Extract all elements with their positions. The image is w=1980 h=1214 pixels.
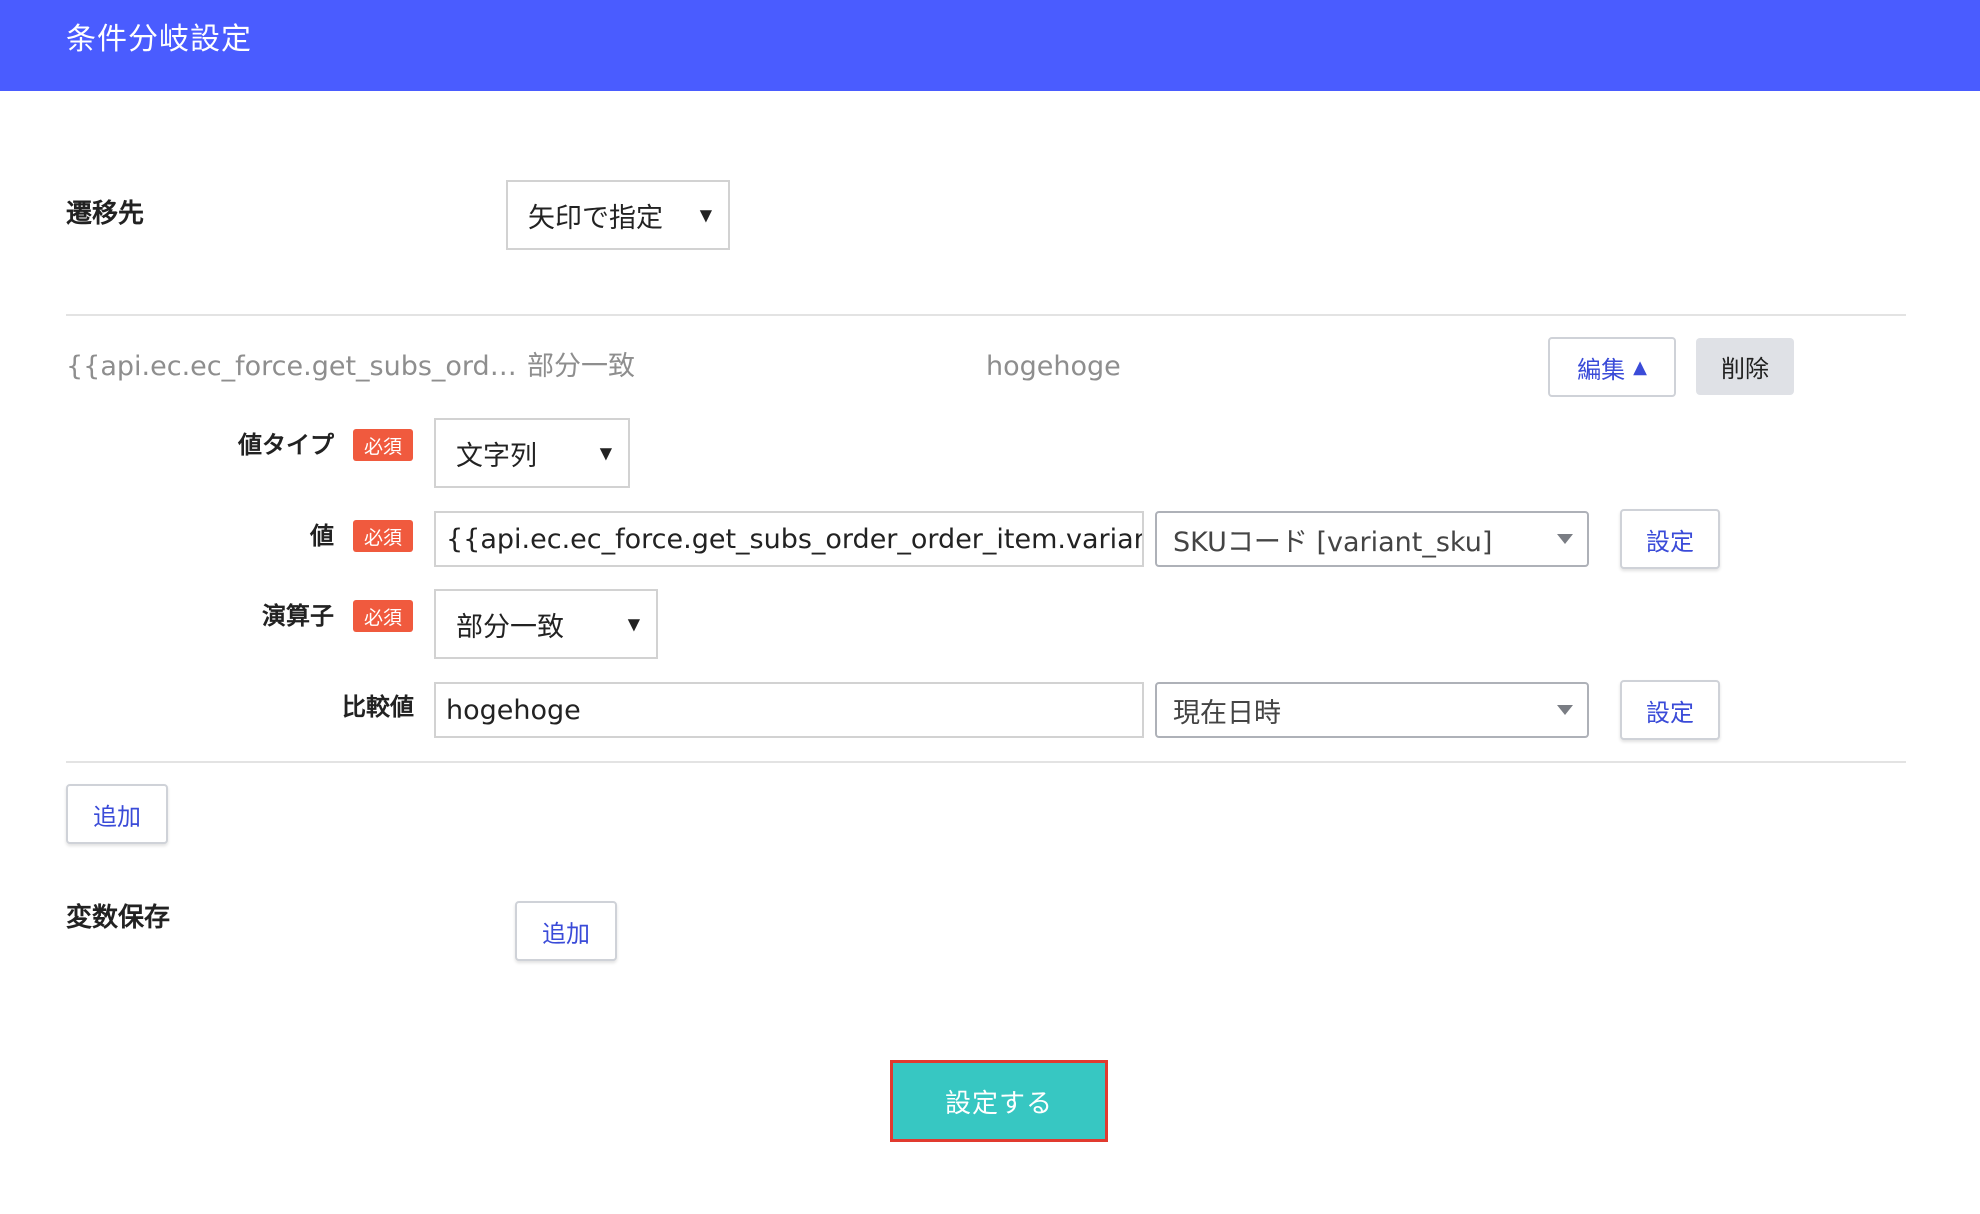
caret-down-icon: ▼ <box>599 443 612 463</box>
condition-summary-compare: hogehoge <box>986 351 1121 382</box>
required-badge: 必須 <box>353 429 413 461</box>
submit-button-label: 設定する <box>944 1088 1053 1119</box>
transition-label: 遷移先 <box>66 199 145 229</box>
required-badge: 必須 <box>353 520 413 552</box>
caret-down-icon: ▼ <box>627 614 640 634</box>
value-variable-select[interactable]: SKUコード [variant_sku] <box>1155 511 1589 567</box>
condition-divider-top <box>66 314 1906 316</box>
header-bar: 条件分岐設定 <box>0 0 1980 91</box>
value-variable-select-value: SKUコード [variant_sku] <box>1173 526 1493 558</box>
condition-divider-bottom <box>66 761 1906 763</box>
value-type-label: 値タイプ <box>238 431 334 459</box>
value-label: 値 <box>310 522 334 550</box>
transition-select[interactable]: 矢印で指定 ▼ <box>506 180 730 250</box>
compare-input[interactable]: hogehoge <box>434 682 1144 738</box>
operator-select-value: 部分一致 <box>456 611 564 643</box>
compare-set-button-label: 設定 <box>1646 698 1694 727</box>
compare-variable-select-value: 現在日時 <box>1173 697 1281 729</box>
value-set-button-label: 設定 <box>1646 527 1694 556</box>
add-variable-button-label: 追加 <box>542 919 590 948</box>
value-input[interactable]: {{api.ec.ec_force.get_subs_order_order_i… <box>434 511 1144 567</box>
page-title: 条件分岐設定 <box>66 22 252 57</box>
operator-label: 演算子 <box>262 602 334 630</box>
value-set-button[interactable]: 設定 <box>1620 509 1720 569</box>
edit-button-label: 編集 <box>1577 355 1626 384</box>
value-input-text: {{api.ec.ec_force.get_subs_order_order_i… <box>446 523 1142 555</box>
dropdown-triangle-icon <box>1557 705 1573 715</box>
edit-button[interactable]: 編集 ▲ <box>1548 337 1676 397</box>
compare-label: 比較値 <box>342 693 414 721</box>
variable-save-label: 変数保存 <box>66 903 171 933</box>
dropdown-triangle-icon <box>1557 534 1573 544</box>
triangle-up-icon: ▲ <box>1633 356 1647 378</box>
operator-select[interactable]: 部分一致 ▼ <box>434 589 658 659</box>
delete-button[interactable]: 削除 <box>1696 338 1794 395</box>
required-badge: 必須 <box>353 600 413 632</box>
add-variable-button[interactable]: 追加 <box>515 901 617 961</box>
transition-select-value: 矢印で指定 <box>528 202 663 234</box>
add-condition-button[interactable]: 追加 <box>66 784 168 844</box>
compare-set-button[interactable]: 設定 <box>1620 680 1720 740</box>
value-type-select[interactable]: 文字列 ▼ <box>434 418 630 488</box>
submit-button[interactable]: 設定する <box>890 1060 1108 1142</box>
add-condition-button-label: 追加 <box>93 802 141 831</box>
compare-input-text: hogehoge <box>446 694 581 726</box>
value-type-select-value: 文字列 <box>456 440 537 472</box>
condition-summary-operator: 部分一致 <box>527 351 635 382</box>
compare-variable-select[interactable]: 現在日時 <box>1155 682 1589 738</box>
caret-down-icon: ▼ <box>699 205 712 225</box>
delete-button-label: 削除 <box>1721 355 1769 383</box>
condition-summary-value: {{api.ec.ec_force.get_subs_ord… <box>66 351 517 382</box>
